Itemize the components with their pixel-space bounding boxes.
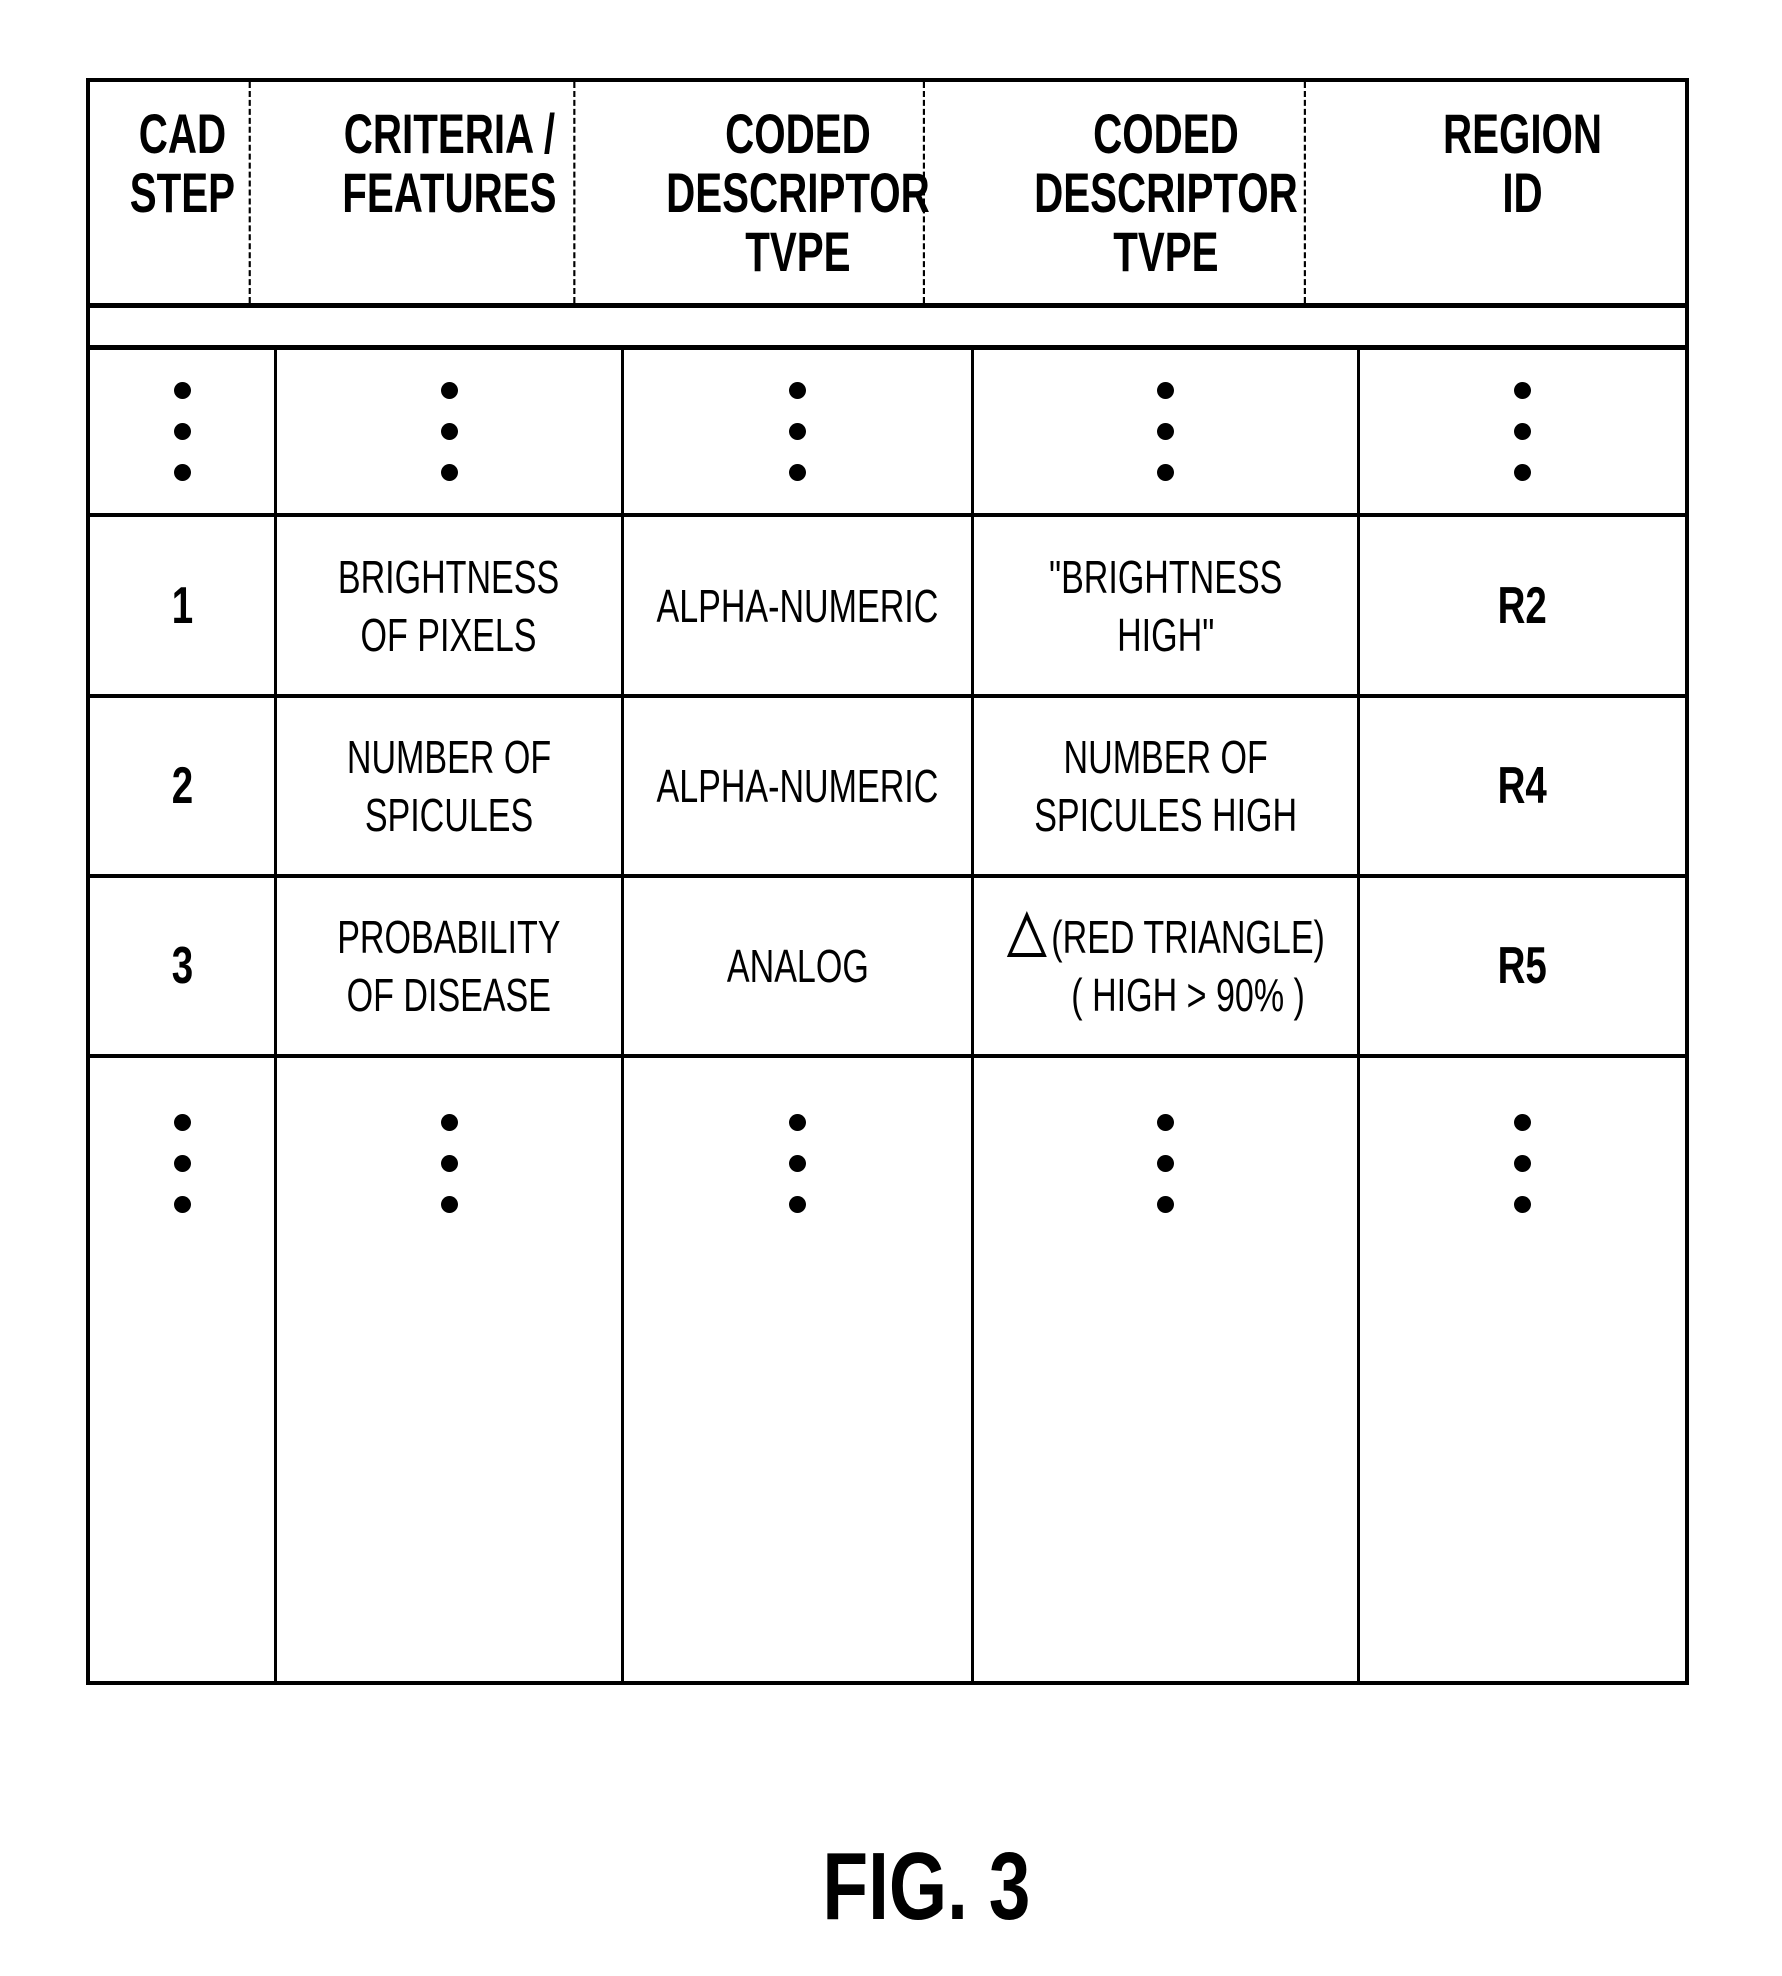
descriptor-text: HIGH"	[1116, 608, 1215, 661]
header-text: TVPE	[1113, 220, 1219, 283]
continuation-cell	[277, 1058, 624, 1685]
ellipsis-vertical-icon	[1157, 382, 1174, 481]
criteria-cell: PROBABILITY OF DISEASE	[277, 878, 624, 1054]
region-id-value: R5	[1497, 937, 1548, 995]
continuation-cell	[90, 350, 277, 513]
header-text: CRITERIA /	[343, 102, 556, 165]
cad-step-cell: 2	[90, 698, 277, 874]
continuation-cell	[90, 1058, 277, 1685]
triangle-outline-icon	[1006, 911, 1047, 957]
criteria-text: OF DISEASE	[346, 969, 552, 1021]
criteria-text: PROBABILITY	[337, 911, 561, 963]
ellipsis-vertical-icon	[789, 1114, 806, 1213]
ellipsis-vertical-icon	[173, 1114, 191, 1213]
criteria-text: SPICULES	[364, 789, 534, 841]
ellipsis-vertical-icon	[1514, 1114, 1531, 1213]
region-id-cell: R5	[1360, 878, 1685, 1054]
descriptor-text: SPICULES HIGH	[1034, 789, 1297, 841]
ellipsis-vertical-icon	[1157, 1114, 1174, 1213]
cad-step-cell: 3	[90, 878, 277, 1054]
descriptor-type-value: ALPHA-NUMERIC	[656, 579, 939, 632]
figure-caption: FIG. 3	[0, 1832, 1782, 1942]
continuation-cell	[624, 1058, 974, 1685]
table-header-row: CAD STEP CRITERIA / FEATURES CODED DESCRIPT…	[90, 82, 1685, 308]
continuation-cell	[624, 350, 974, 513]
continuation-cell	[974, 1058, 1360, 1685]
descriptor-text: ( HIGH > 90% )	[1070, 969, 1305, 1021]
ellipsis-vertical-icon	[440, 382, 458, 481]
criteria-text: BRIGHTNESS	[338, 550, 560, 603]
descriptor-text: NUMBER OF	[1063, 731, 1268, 783]
region-id-value: R4	[1497, 757, 1548, 815]
cad-step-value: 3	[171, 937, 193, 995]
header-text: REGION	[1442, 102, 1603, 165]
header-text: CODED	[1093, 102, 1239, 165]
descriptor-type-value: ANALOG	[726, 940, 869, 992]
descriptor-text: (RED TRIANGLE)	[1050, 911, 1325, 963]
criteria-text: OF PIXELS	[361, 608, 537, 661]
figure-caption-text: FIG. 3	[821, 1833, 1031, 1940]
descriptor-cell: "BRIGHTNESS HIGH"	[974, 517, 1360, 694]
table-row: 3 PROBABILITY OF DISEASE ANALOG (RED TRIA…	[90, 878, 1685, 1058]
criteria-cell: BRIGHTNESS OF PIXELS	[277, 517, 624, 694]
header-spacer-row	[90, 308, 1685, 350]
descriptor-cell: (RED TRIANGLE) ( HIGH > 90% )	[974, 878, 1360, 1054]
descriptor-type-cell: ALPHA-NUMERIC	[624, 698, 974, 874]
cad-step-value: 2	[171, 757, 193, 815]
region-id-cell: R4	[1360, 698, 1685, 874]
ellipsis-vertical-icon	[173, 382, 191, 481]
cad-descriptor-table: CAD STEP CRITERIA / FEATURES CODED DESCRIPT…	[86, 78, 1689, 1685]
continuation-cell	[1360, 1058, 1685, 1685]
header-text: ID	[1502, 161, 1543, 224]
header-coded-descriptor-type: CODED DESCRIPTOR TVPE	[666, 82, 930, 303]
header-coded-descriptor-type-2: CODED DESCRIPTOR TVPE	[1028, 82, 1306, 303]
continuation-cell	[974, 350, 1360, 513]
descriptor-type-value: ALPHA-NUMERIC	[656, 760, 939, 812]
continuation-cell	[1360, 350, 1685, 513]
continuation-cell	[277, 350, 624, 513]
cad-step-value: 1	[171, 576, 193, 635]
header-cad-step: CAD STEP	[116, 82, 251, 303]
header-text: TVPE	[745, 220, 851, 283]
ellipsis-vertical-icon	[1514, 382, 1531, 481]
descriptor-text: "BRIGHTNESS	[1048, 550, 1283, 603]
header-text: DESCRIPTOR	[1034, 161, 1298, 224]
header-text: CODED	[725, 102, 871, 165]
region-id-value: R2	[1497, 576, 1548, 635]
criteria-text: NUMBER OF	[346, 731, 552, 783]
header-criteria-features: CRITERIA / FEATURES	[326, 82, 576, 303]
continuation-row-top	[90, 350, 1685, 517]
descriptor-cell: NUMBER OF SPICULES HIGH	[974, 698, 1360, 874]
table-row: 1 BRIGHTNESS OF PIXELS ALPHA-NUMERIC "BRI…	[90, 517, 1685, 698]
cad-step-cell: 1	[90, 517, 277, 694]
table-row: 2 NUMBER OF SPICULES ALPHA-NUMERIC NUMBER…	[90, 698, 1685, 878]
header-region-id: REGION ID	[1406, 82, 1640, 303]
criteria-cell: NUMBER OF SPICULES	[277, 698, 624, 874]
continuation-row-bottom	[90, 1058, 1685, 1685]
ellipsis-vertical-icon	[440, 1114, 458, 1213]
header-text: DESCRIPTOR	[666, 161, 930, 224]
header-text: CAD	[138, 102, 227, 165]
region-id-cell: R2	[1360, 517, 1685, 694]
ellipsis-vertical-icon	[789, 382, 806, 481]
descriptor-type-cell: ALPHA-NUMERIC	[624, 517, 974, 694]
header-text: FEATURES	[342, 161, 557, 224]
descriptor-type-cell: ANALOG	[624, 878, 974, 1054]
header-text: STEP	[129, 161, 236, 224]
